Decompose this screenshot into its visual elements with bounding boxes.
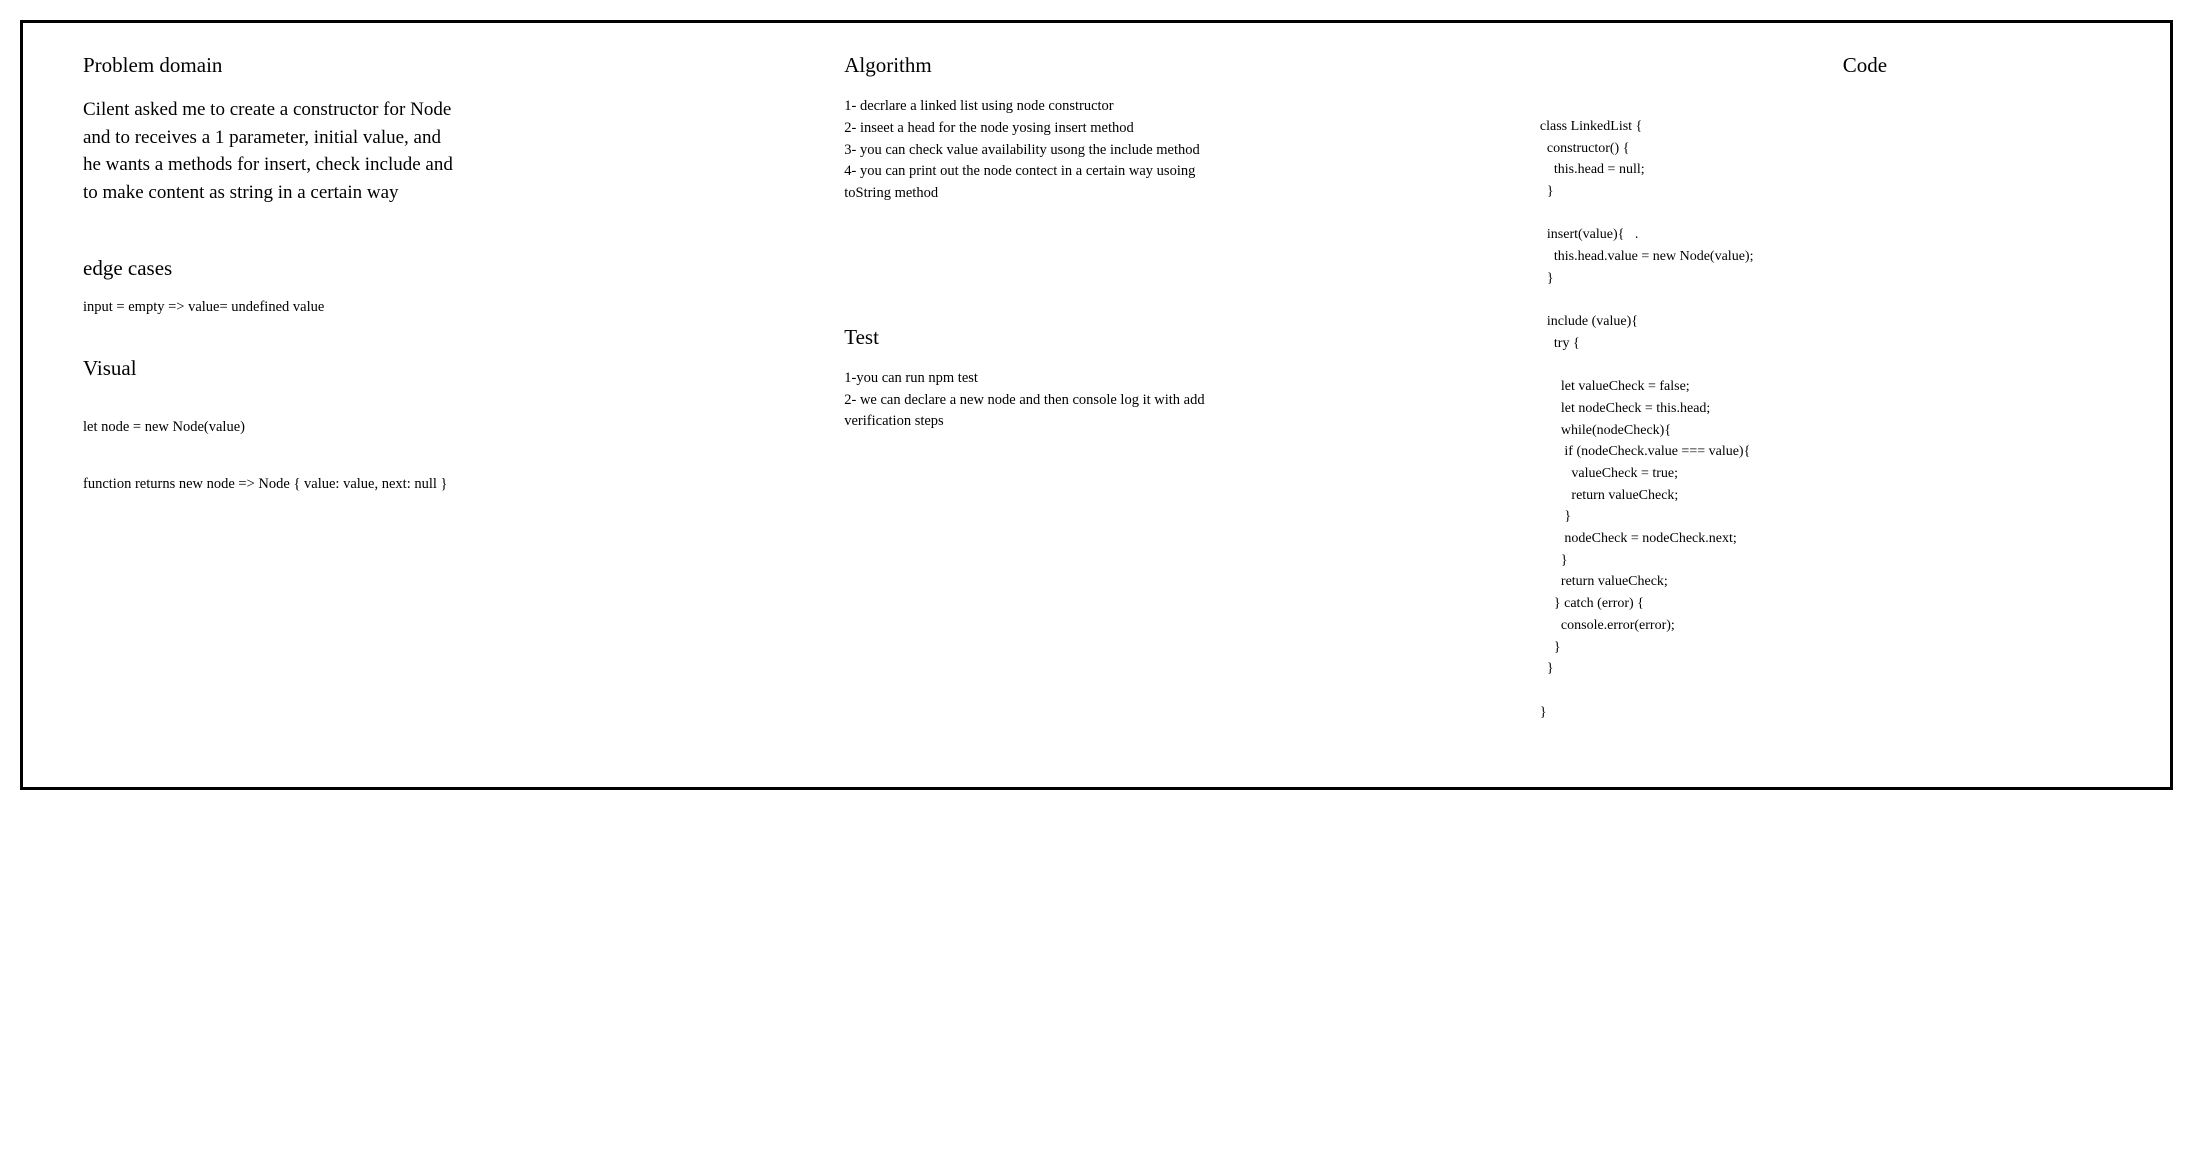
text-problem-domain: Cilent asked me to create a constructor …	[83, 96, 463, 206]
heading-test: Test	[844, 325, 1500, 350]
text-visual-line2: function returns new node => Node { valu…	[83, 476, 804, 493]
text-visual-line1: let node = new Node(value)	[83, 419, 804, 436]
whiteboard-frame: Problem domain Cilent asked me to create…	[20, 20, 2173, 790]
heading-edge-cases: edge cases	[83, 256, 804, 281]
heading-algorithm: Algorithm	[844, 53, 1500, 78]
column-code: Code class LinkedList { constructor() { …	[1540, 53, 2130, 757]
heading-visual: Visual	[83, 356, 804, 381]
text-code: class LinkedList { constructor() { this.…	[1540, 116, 2130, 723]
text-edge-cases: input = empty => value= undefined value	[83, 299, 804, 316]
heading-problem-domain: Problem domain	[83, 53, 804, 78]
section-algorithm: Algorithm 1- decrlare a linked list usin…	[844, 53, 1500, 235]
section-test: Test 1-you can run npm test 2- we can de…	[844, 325, 1500, 463]
text-algorithm: 1- decrlare a linked list using node con…	[844, 96, 1224, 205]
heading-code: Code	[1540, 53, 2130, 78]
text-test: 1-you can run npm test 2- we can declare…	[844, 368, 1224, 433]
section-edge-cases: edge cases input = empty => value= undef…	[83, 256, 804, 336]
section-visual: Visual let node = new Node(value) functi…	[83, 356, 804, 513]
column-algorithm: Algorithm 1- decrlare a linked list usin…	[844, 53, 1500, 757]
column-problem: Problem domain Cilent asked me to create…	[63, 53, 804, 757]
section-code: Code class LinkedList { constructor() { …	[1540, 53, 2130, 723]
section-problem-domain: Problem domain Cilent asked me to create…	[83, 53, 804, 236]
